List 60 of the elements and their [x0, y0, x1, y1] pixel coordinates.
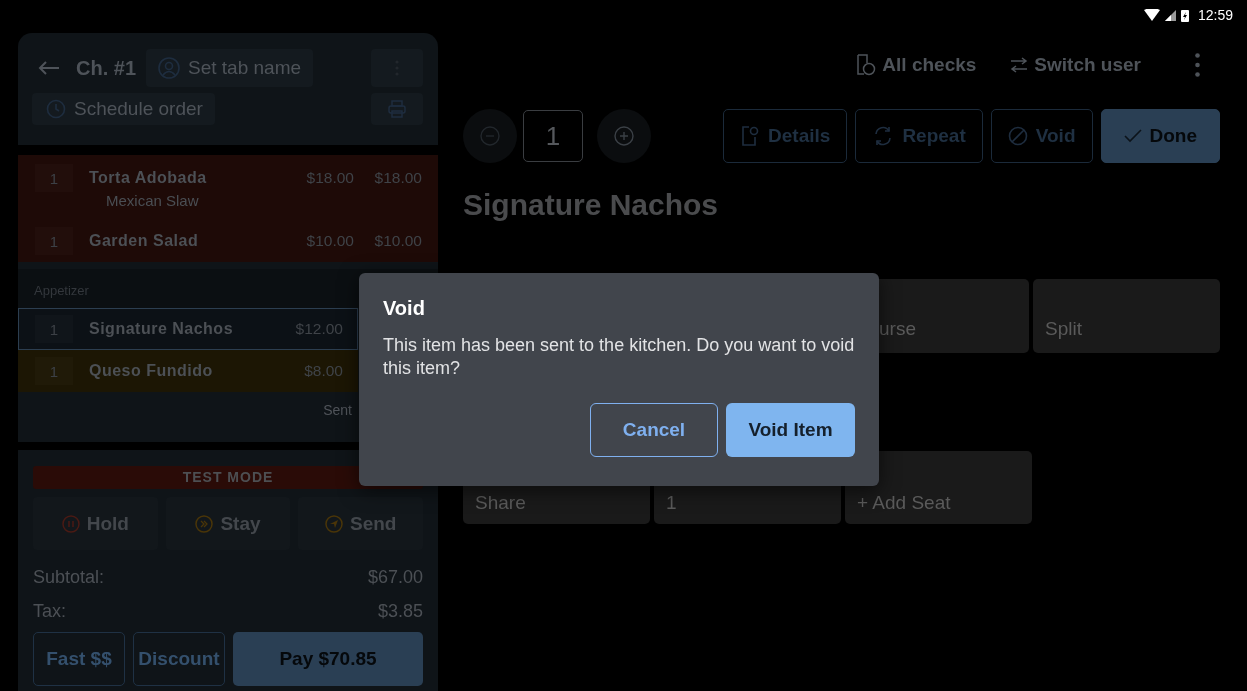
item-quantity: 1 [35, 227, 73, 255]
plus-icon [614, 126, 634, 146]
item-price: $10.00 [305, 232, 354, 250]
printer-icon [388, 100, 406, 118]
item-title: Signature Nachos [463, 188, 720, 222]
item-name: Garden Salad [89, 232, 199, 250]
option-button[interactable]: + Add Seat [845, 451, 1032, 524]
repeat-button[interactable]: Repeat [855, 109, 983, 163]
back-arrow-icon[interactable] [38, 61, 60, 75]
payment-option-button[interactable]: Discount [133, 632, 225, 686]
wifi-icon [1143, 9, 1160, 21]
total-value: $3.85 [377, 600, 423, 622]
void-button[interactable]: Void [990, 109, 1093, 163]
item-modifier: Mexican Slaw [105, 192, 200, 211]
total-label: Subtotal: [33, 566, 105, 588]
item-name: Torta Adobada [89, 169, 207, 187]
order-item[interactable]: 1 Garden Salad $10.00 $10.00 [18, 220, 438, 262]
option-button[interactable]: Split [1033, 279, 1220, 353]
item-price: $8.00 [303, 362, 343, 380]
all-checks-button[interactable]: All checks [856, 54, 977, 76]
item-total: $18.00 [373, 169, 422, 187]
total-label: Tax: [33, 600, 66, 622]
cancel-button[interactable]: Cancel [590, 403, 718, 457]
clock-time: 12:59 [1197, 7, 1233, 23]
clock-icon [46, 99, 66, 119]
battery-icon [1180, 8, 1189, 22]
prohibited-icon [1007, 126, 1028, 146]
minus-icon [480, 126, 500, 146]
print-button[interactable] [371, 93, 423, 125]
signal-icon [1164, 9, 1176, 21]
sent-status: Sent [323, 402, 352, 420]
order-item[interactable]: 1 Queso Fundido $8.00 [18, 350, 358, 392]
item-price: $18.00 [305, 169, 354, 187]
item-quantity: 1 [35, 357, 73, 385]
document-search-icon [740, 125, 761, 147]
pay-button[interactable]: Pay $70.85 [233, 632, 423, 686]
person-icon [158, 57, 181, 79]
void-item-button[interactable]: Void Item [726, 403, 855, 457]
swap-arrows-icon [1010, 57, 1029, 73]
switch-user-button[interactable]: Switch user [1010, 54, 1141, 76]
item-name: Queso Fundido [89, 362, 213, 380]
quantity-field[interactable]: 1 [523, 110, 583, 162]
item-name: Signature Nachos [89, 320, 234, 338]
more-menu-button[interactable] [1195, 53, 1200, 77]
set-tab-name-button[interactable]: Set tab name [146, 49, 314, 87]
details-button[interactable]: Details [723, 109, 848, 163]
item-quantity: 1 [35, 164, 73, 192]
checkmark-icon [1123, 129, 1142, 143]
receipt-icon [856, 54, 877, 76]
more-vertical-icon [1195, 53, 1200, 77]
send-icon [324, 514, 343, 533]
done-button[interactable]: Done [1100, 109, 1220, 163]
check-title: Ch. #1 [76, 56, 137, 80]
item-total: $10.00 [373, 232, 422, 250]
payment-option-button[interactable]: Fast $$ [33, 632, 125, 686]
order-item[interactable]: 1 Torta Adobada $18.00 $18.00 Mexican Slaw [18, 155, 438, 220]
fast-forward-icon [195, 514, 214, 533]
total-value: $67.00 [367, 566, 423, 588]
pause-icon [61, 514, 80, 533]
schedule-order-button[interactable]: Schedule order [32, 93, 215, 125]
